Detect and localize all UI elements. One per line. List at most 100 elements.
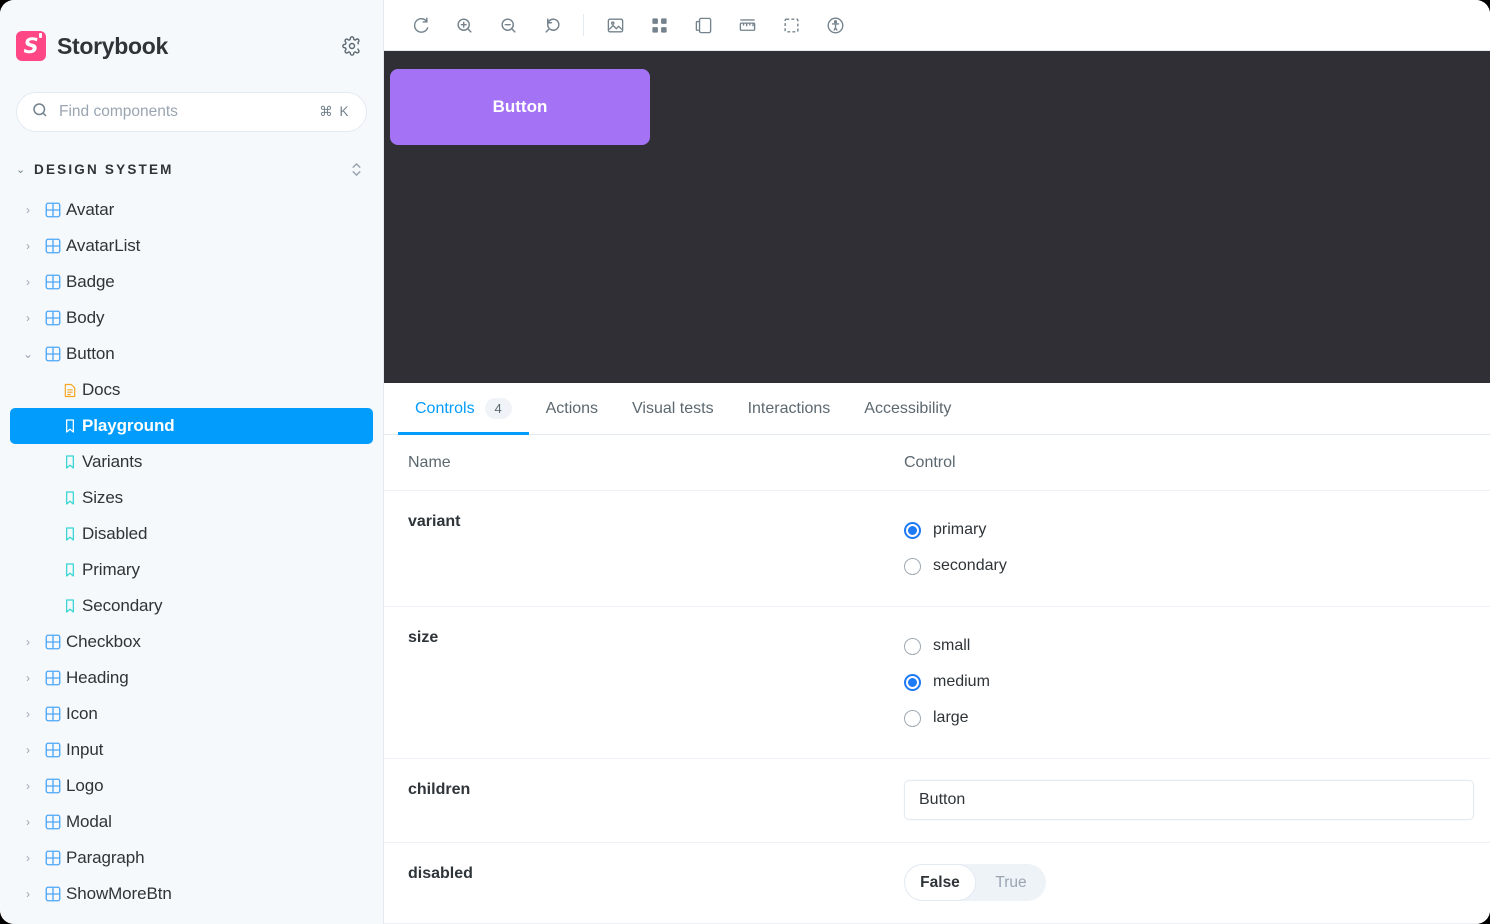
component-icon bbox=[40, 813, 66, 831]
component-icon bbox=[40, 777, 66, 795]
tab-accessibility[interactable]: Accessibility bbox=[847, 383, 968, 434]
zoom-in-icon[interactable] bbox=[442, 7, 486, 43]
tab-visual-tests[interactable]: Visual tests bbox=[615, 383, 731, 434]
sidebar-item-logo[interactable]: › Logo bbox=[10, 768, 373, 804]
component-icon bbox=[40, 669, 66, 687]
tab-interactions[interactable]: Interactions bbox=[731, 383, 848, 434]
radio-option-primary[interactable]: primary bbox=[904, 512, 1474, 548]
sidebar-item-checkbox[interactable]: › Checkbox bbox=[10, 624, 373, 660]
radio-label: small bbox=[933, 637, 971, 654]
disabled-boolean-toggle[interactable]: False True bbox=[904, 864, 1046, 901]
sidebar-item-body[interactable]: › Body bbox=[10, 300, 373, 336]
column-header-control: Control bbox=[904, 453, 956, 471]
chevron-right-icon[interactable]: › bbox=[16, 239, 40, 253]
chevron-right-icon[interactable]: › bbox=[16, 671, 40, 685]
zoom-reset-icon[interactable] bbox=[530, 7, 574, 43]
sidebar-item-paragraph[interactable]: › Paragraph bbox=[10, 840, 373, 876]
chevron-right-icon[interactable]: › bbox=[16, 707, 40, 721]
backgrounds-icon[interactable] bbox=[593, 7, 637, 43]
chevron-right-icon[interactable]: › bbox=[16, 851, 40, 865]
search-shortcut: ⌘ K bbox=[319, 104, 350, 119]
sidebar-item-label: Disabled bbox=[82, 524, 148, 543]
accessibility-icon[interactable] bbox=[813, 7, 857, 43]
sidebar-item-disabled[interactable]: Disabled bbox=[10, 516, 373, 552]
sidebar-item-label: Playground bbox=[82, 416, 175, 435]
sidebar-item-button[interactable]: ⌄ Button bbox=[10, 336, 373, 372]
sidebar-item-label: Icon bbox=[66, 704, 98, 723]
chevron-right-icon[interactable]: › bbox=[16, 275, 40, 289]
sidebar-item-label: Badge bbox=[66, 272, 115, 291]
gear-icon[interactable] bbox=[339, 33, 365, 59]
zoom-out-icon[interactable] bbox=[486, 7, 530, 43]
sidebar-item-modal[interactable]: › Modal bbox=[10, 804, 373, 840]
search-icon bbox=[31, 101, 49, 124]
chevron-right-icon[interactable]: › bbox=[16, 203, 40, 217]
sidebar-item-label: Body bbox=[66, 308, 105, 327]
sidebar-item-showmorebtn[interactable]: › ShowMoreBtn bbox=[10, 876, 373, 912]
chevron-right-icon[interactable]: › bbox=[16, 311, 40, 325]
column-header-name: Name bbox=[408, 453, 451, 471]
sidebar-group-design-system[interactable]: ⌄ DESIGN SYSTEM bbox=[10, 154, 373, 184]
sidebar-item-playground[interactable]: Playground bbox=[10, 408, 373, 444]
tab-label: Actions bbox=[545, 399, 599, 417]
story-canvas: Button bbox=[384, 51, 1490, 383]
story-icon bbox=[58, 418, 82, 434]
sidebar-item-sizes[interactable]: Sizes bbox=[10, 480, 373, 516]
sidebar-item-avatarlist[interactable]: › AvatarList bbox=[10, 228, 373, 264]
chevron-right-icon[interactable]: › bbox=[16, 779, 40, 793]
expand-collapse-icon[interactable] bbox=[347, 161, 365, 178]
grid-icon[interactable] bbox=[637, 7, 681, 43]
radio-option-large[interactable]: large bbox=[904, 700, 1474, 736]
tab-actions[interactable]: Actions bbox=[529, 383, 615, 434]
radio-option-secondary[interactable]: secondary bbox=[904, 548, 1474, 584]
toggle-true-option[interactable]: True bbox=[976, 864, 1046, 901]
sidebar-item-badge[interactable]: › Badge bbox=[10, 264, 373, 300]
toggle-false-option[interactable]: False bbox=[904, 864, 976, 901]
sidebar-item-variants[interactable]: Variants bbox=[10, 444, 373, 480]
chevron-down-icon[interactable]: ⌄ bbox=[16, 347, 40, 361]
radio-unchecked-icon[interactable] bbox=[904, 637, 921, 655]
control-name: size bbox=[408, 629, 439, 646]
tab-controls[interactable]: Controls 4 bbox=[398, 383, 529, 435]
sidebar-item-secondary[interactable]: Secondary bbox=[10, 588, 373, 624]
chevron-right-icon[interactable]: › bbox=[16, 635, 40, 649]
component-tree: ⌄ DESIGN SYSTEM › Avatar › AvatarList › Badge… bbox=[0, 154, 383, 924]
story-icon bbox=[58, 562, 82, 578]
remount-icon[interactable] bbox=[398, 7, 442, 43]
search-input[interactable] bbox=[59, 103, 310, 121]
storybook-window: S Storybook ⌘ K bbox=[0, 0, 1490, 924]
radio-unchecked-icon[interactable] bbox=[904, 557, 921, 575]
sidebar-item-heading[interactable]: › Heading bbox=[10, 660, 373, 696]
story-icon bbox=[58, 598, 82, 614]
control-widget: primary secondary bbox=[904, 512, 1490, 584]
chevron-right-icon[interactable]: › bbox=[16, 815, 40, 829]
sidebar-item-icon[interactable]: › Icon bbox=[10, 696, 373, 732]
chevron-right-icon[interactable]: › bbox=[16, 743, 40, 757]
sidebar-header: S Storybook bbox=[0, 0, 383, 92]
radio-option-small[interactable]: small bbox=[904, 628, 1474, 664]
preview-button[interactable]: Button bbox=[390, 69, 650, 145]
radio-checked-icon[interactable] bbox=[904, 521, 921, 539]
tab-label: Visual tests bbox=[632, 399, 714, 417]
sidebar-item-input[interactable]: › Input bbox=[10, 732, 373, 768]
radio-checked-icon[interactable] bbox=[904, 673, 921, 691]
children-text-input[interactable] bbox=[904, 780, 1474, 820]
chevron-right-icon[interactable]: › bbox=[16, 887, 40, 901]
sidebar-item-avatar[interactable]: › Avatar bbox=[10, 192, 373, 228]
chevron-down-icon: ⌄ bbox=[16, 163, 26, 176]
control-widget: False True bbox=[904, 864, 1490, 901]
sidebar-item-label: Sizes bbox=[82, 488, 124, 507]
sidebar-item-label: Heading bbox=[66, 668, 129, 687]
brand-title: Storybook bbox=[57, 32, 169, 59]
search-box[interactable]: ⌘ K bbox=[16, 92, 367, 132]
radio-unchecked-icon[interactable] bbox=[904, 709, 921, 727]
radio-option-medium[interactable]: medium bbox=[904, 664, 1474, 700]
viewport-icon[interactable] bbox=[681, 7, 725, 43]
sidebar-item-primary[interactable]: Primary bbox=[10, 552, 373, 588]
measure-icon[interactable] bbox=[725, 7, 769, 43]
control-name: disabled bbox=[408, 865, 473, 882]
addons-panel: Controls 4 Actions Visual tests Interactions… bbox=[384, 383, 1490, 924]
tab-label: Interactions bbox=[747, 399, 831, 417]
sidebar-item-docs[interactable]: Docs bbox=[10, 372, 373, 408]
outline-icon[interactable] bbox=[769, 7, 813, 43]
